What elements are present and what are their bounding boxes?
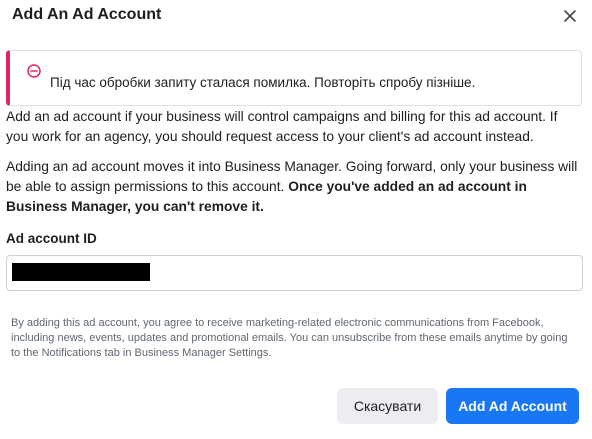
cancel-button[interactable]: Скасувати (337, 388, 438, 424)
close-icon (564, 10, 576, 22)
dialog-title: Add An Ad Account (12, 6, 162, 23)
error-banner: Під час обробки запиту сталася помилка. … (6, 50, 582, 106)
close-button[interactable] (560, 6, 580, 26)
warning-paragraph: Adding an ad account moves it into Busin… (6, 157, 582, 217)
disclaimer-text: By adding this ad account, you agree to … (11, 317, 568, 359)
add-ad-account-button[interactable]: Add Ad Account (446, 388, 579, 424)
error-circle-icon (27, 64, 41, 78)
redacted-value (12, 263, 150, 281)
ad-account-id-label: Ad account ID (6, 231, 97, 246)
error-message: Під час обробки запиту сталася помилка. … (50, 75, 476, 90)
add-ad-account-dialog: Add An Ad Account Під час обробки запиту… (0, 0, 592, 439)
intro-paragraph: Add an ad account if your business will … (6, 109, 558, 144)
ad-account-id-input[interactable] (6, 255, 583, 291)
